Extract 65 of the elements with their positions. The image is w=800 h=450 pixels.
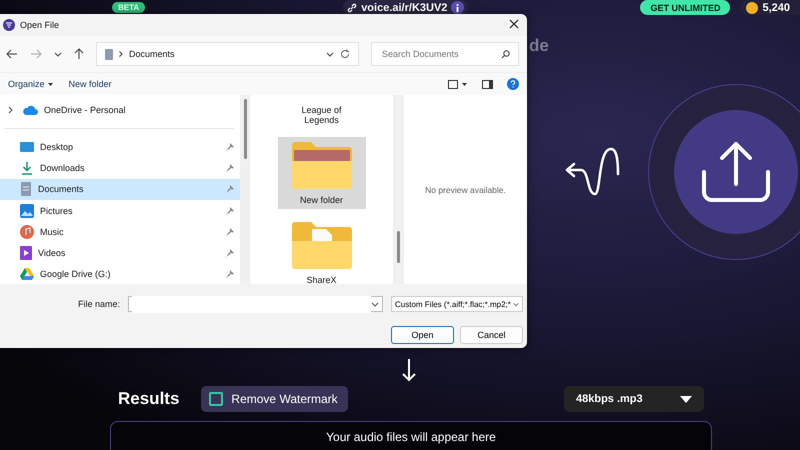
file-item[interactable]: ShareX xyxy=(278,217,366,289)
recent-dropdown[interactable] xyxy=(54,52,62,56)
back-button[interactable] xyxy=(6,49,18,59)
file-item[interactable]: New folder xyxy=(278,137,366,209)
upgrade-button[interactable]: GET UNLIMITED xyxy=(640,0,730,15)
document-icon xyxy=(105,48,113,60)
help-button[interactable] xyxy=(507,78,519,90)
file-type-dropdown[interactable]: Custom Files (*.aiff;*.flac;*.mp2;* xyxy=(391,296,523,312)
results-title: Results xyxy=(118,389,180,409)
cloud-icon xyxy=(22,104,38,116)
address-bar[interactable]: Documents xyxy=(96,42,359,66)
search-input[interactable]: Search Documents xyxy=(380,48,501,60)
organize-menu[interactable]: Organize xyxy=(8,79,53,89)
nav-item[interactable]: Videos xyxy=(0,242,240,264)
credits-badge: 5,240 xyxy=(740,0,800,15)
preview-message: No preview available. xyxy=(425,184,506,194)
chevron-icon xyxy=(119,49,123,59)
file-name-label: File name: xyxy=(76,299,120,309)
nav-item[interactable]: Documents xyxy=(0,178,240,200)
chevron-icon xyxy=(371,302,379,306)
open-button[interactable]: Open xyxy=(391,326,454,344)
nav-item[interactable]: Desktop xyxy=(0,136,240,158)
beta-badge: BETA xyxy=(112,2,146,13)
coin-icon xyxy=(746,2,758,14)
app-icon xyxy=(3,19,15,31)
video-icon xyxy=(20,246,32,260)
search-field[interactable]: Search Documents xyxy=(371,42,519,66)
caret-icon xyxy=(48,82,53,86)
up-button[interactable] xyxy=(74,48,84,60)
heading-text: de xyxy=(529,36,549,56)
watermark-checkbox[interactable]: Remove Watermark xyxy=(201,386,348,412)
nav-item[interactable]: Google Drive (G:) xyxy=(0,263,240,284)
upload-icon xyxy=(700,140,772,204)
download-icon xyxy=(20,161,34,176)
nav-item[interactable]: Downloads xyxy=(0,158,240,179)
view-menu[interactable] xyxy=(448,80,468,88)
picture-icon xyxy=(20,204,34,218)
address-path: Documents xyxy=(129,49,176,59)
file-item[interactable]: League of Legends xyxy=(278,101,366,129)
info-icon[interactable] xyxy=(451,1,464,14)
dialog-title: Open File xyxy=(20,20,60,30)
cancel-button[interactable]: Cancel xyxy=(460,326,523,344)
folder-icon xyxy=(292,221,352,269)
chevron-icon xyxy=(326,52,334,56)
drive-icon xyxy=(20,268,34,280)
nav-item[interactable]: Pictures xyxy=(0,200,240,222)
down-arrow-icon xyxy=(402,358,416,382)
nav-item[interactable]: OneDrive - Personal xyxy=(0,99,240,120)
search-icon xyxy=(501,50,510,58)
format-dropdown[interactable]: 48kbps .mp3 xyxy=(564,386,704,412)
photo-folder-icon xyxy=(292,141,352,189)
file-name-field[interactable] xyxy=(128,296,383,312)
command-button[interactable]: New folder xyxy=(68,79,112,89)
chevron-icon xyxy=(512,302,519,306)
referral-link[interactable]: voice.ai/r/K3UV2 xyxy=(343,0,468,15)
desktop-icon xyxy=(20,141,34,154)
scrollbar[interactable] xyxy=(393,95,403,284)
scrollbar[interactable] xyxy=(240,95,250,284)
caret-icon xyxy=(680,396,692,402)
document-icon xyxy=(20,182,32,196)
nav-item[interactable]: Music xyxy=(0,221,240,242)
preview-pane-button[interactable] xyxy=(482,80,493,88)
music-icon xyxy=(20,224,34,239)
refresh-icon xyxy=(340,49,350,59)
empty-message: Your audio files will appear here xyxy=(326,430,496,446)
